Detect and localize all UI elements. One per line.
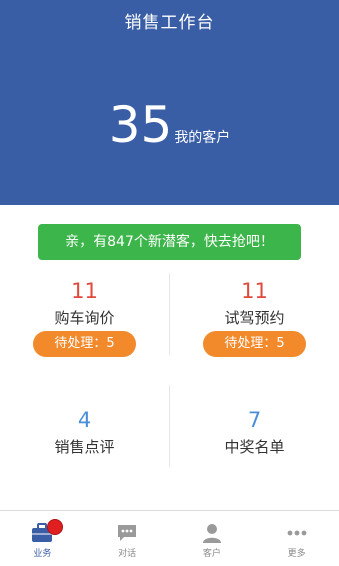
person-icon xyxy=(202,524,221,543)
card-label: 试驾预约 xyxy=(224,309,285,327)
card-count: 11 xyxy=(71,279,98,303)
card-purchase-inquiry[interactable]: 11 购车询价 待处理：5 xyxy=(0,278,169,357)
card-count: 7 xyxy=(247,408,262,432)
notification-badge xyxy=(47,519,63,535)
tab-business[interactable]: 业务 xyxy=(0,511,85,566)
card-test-drive[interactable]: 11 试驾预约 待处理：5 xyxy=(170,278,339,357)
chat-icon xyxy=(118,525,137,541)
tab-label: 业务 xyxy=(33,549,52,559)
main-content: 亲，有847个新潜客，快去抢吧！ 11 购车询价 待处理：5 11 试驾预约 待… xyxy=(0,205,339,510)
tab-chat[interactable]: 对话 xyxy=(85,511,170,566)
card-sales-review[interactable]: 4 销售点评 xyxy=(0,407,169,457)
card-label: 中奖名单 xyxy=(224,438,285,456)
more-icon xyxy=(287,530,307,536)
customer-summary[interactable]: 35 我的客户 xyxy=(0,96,339,154)
tab-label: 对话 xyxy=(118,549,137,559)
card-grid: 11 购车询价 待处理：5 11 试驾预约 待处理：5 4 销售点评 7 中奖名… xyxy=(0,273,339,493)
header: 销售工作台 35 我的客户 xyxy=(0,0,339,205)
tab-label: 更多 xyxy=(287,549,306,559)
tab-more[interactable]: 更多 xyxy=(254,511,339,566)
bottom-tab-bar: 业务 对话 客户 更多 xyxy=(0,510,339,566)
pending-badge[interactable]: 待处理：5 xyxy=(203,331,306,357)
page-title: 销售工作台 xyxy=(124,13,215,33)
customer-count: 35 xyxy=(108,96,173,154)
card-label: 购车询价 xyxy=(54,309,115,327)
new-leads-banner[interactable]: 亲，有847个新潜客，快去抢吧！ xyxy=(38,224,301,260)
customer-label: 我的客户 xyxy=(174,130,231,146)
card-label: 销售点评 xyxy=(54,438,115,456)
card-count: 4 xyxy=(77,408,92,432)
card-count: 11 xyxy=(241,279,268,303)
tab-customers[interactable]: 客户 xyxy=(170,511,255,566)
pending-badge[interactable]: 待处理：5 xyxy=(33,331,136,357)
card-winner-list[interactable]: 7 中奖名单 xyxy=(170,407,339,457)
tab-label: 客户 xyxy=(202,549,221,559)
